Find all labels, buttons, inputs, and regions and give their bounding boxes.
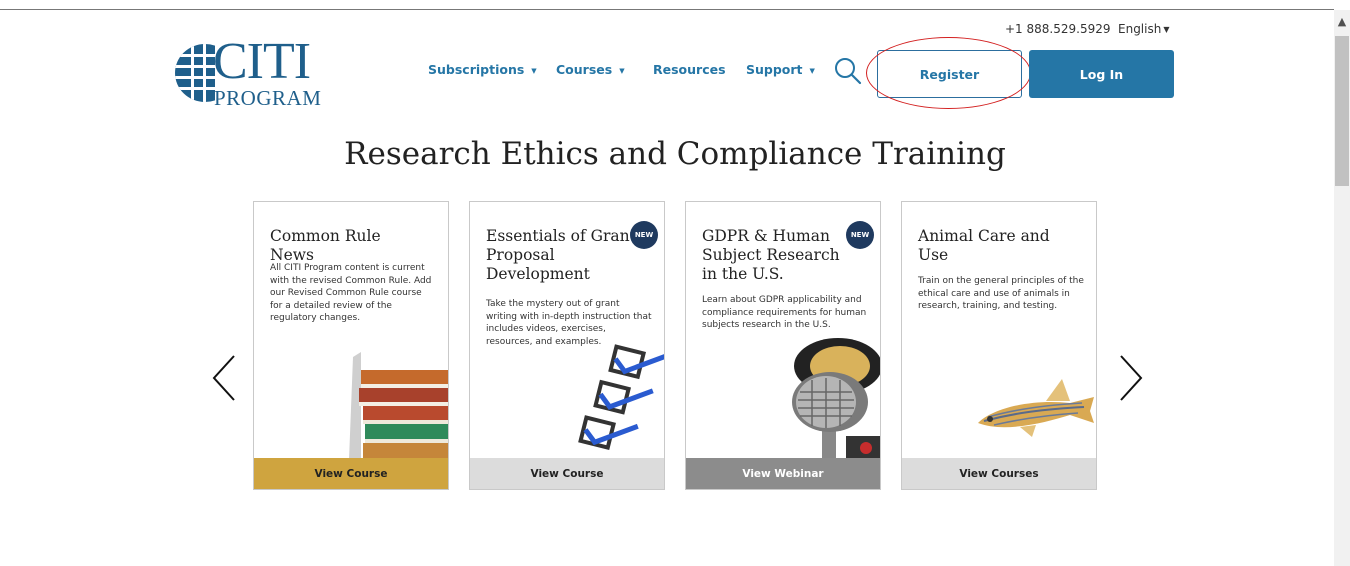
card-description: Learn about GDPR applicability and compl…	[702, 295, 867, 330]
page-title: Research Ethics and Compliance Training	[344, 136, 1006, 172]
search-icon[interactable]	[834, 57, 862, 85]
course-card[interactable]: Common Rule News All CITI Program conten…	[253, 201, 449, 490]
card-description: Train on the general principles of the e…	[918, 276, 1084, 311]
language-selector[interactable]: English ▼	[1118, 22, 1170, 36]
course-card[interactable]: GDPR & Human Subject Research in the U.S…	[685, 201, 881, 490]
books-icon	[339, 352, 448, 460]
carousel-next-arrow-icon[interactable]	[1115, 353, 1145, 403]
caret-down-icon: ▼	[531, 66, 537, 75]
nav-courses[interactable]: Courses ▼	[556, 62, 625, 77]
course-card[interactable]: Essentials of Grant Proposal Development…	[469, 201, 665, 490]
card-title: GDPR & Human Subject Research in the U.S…	[702, 227, 840, 283]
nav-resources[interactable]: Resources	[653, 62, 726, 77]
citi-program-logo[interactable]: CITI PROGRAM	[175, 34, 325, 110]
scroll-up-arrow-icon[interactable]: ▲	[1334, 14, 1350, 30]
card-description: All CITI Program content is current with…	[270, 263, 432, 323]
caret-down-icon: ▼	[809, 66, 815, 75]
nav-subscriptions-label: Subscriptions	[428, 62, 525, 77]
nav-resources-label: Resources	[653, 62, 726, 77]
nav-subscriptions[interactable]: Subscriptions ▼	[428, 62, 537, 77]
view-course-button[interactable]: View Course	[254, 458, 448, 489]
new-badge: NEW	[846, 221, 874, 249]
logo-text: CITI	[213, 33, 311, 90]
card-title: Essentials of Grant Proposal Development	[486, 227, 636, 283]
caret-down-icon: ▼	[619, 66, 625, 75]
nav-support-label: Support	[746, 62, 803, 77]
caret-down-icon: ▼	[1163, 25, 1170, 34]
checkboxes-icon	[578, 344, 664, 451]
microphone-icon	[792, 338, 880, 460]
card-title: Common Rule News	[270, 227, 381, 264]
login-button[interactable]: Log In	[1029, 50, 1174, 98]
nav-courses-label: Courses	[556, 62, 613, 77]
zebrafish-icon	[978, 379, 1094, 437]
carousel-prev-arrow-icon[interactable]	[210, 353, 240, 403]
course-card[interactable]: Animal Care and Use Train on the general…	[901, 201, 1097, 490]
view-course-button[interactable]: View Course	[470, 458, 664, 489]
phone-number[interactable]: +1 888.529.5929	[1005, 22, 1110, 36]
register-button[interactable]: Register	[877, 50, 1022, 98]
language-label: English	[1118, 22, 1162, 36]
card-title: Animal Care and Use	[918, 227, 1050, 264]
new-badge: NEW	[630, 221, 658, 249]
card-description: Take the mystery out of grant writing wi…	[486, 299, 652, 347]
top-border	[0, 9, 1334, 10]
nav-support[interactable]: Support ▼	[746, 62, 815, 77]
view-webinar-button[interactable]: View Webinar	[686, 458, 880, 489]
logo-subtext: PROGRAM	[214, 86, 322, 110]
globe-icon	[175, 44, 215, 102]
view-courses-button[interactable]: View Courses	[902, 458, 1096, 489]
